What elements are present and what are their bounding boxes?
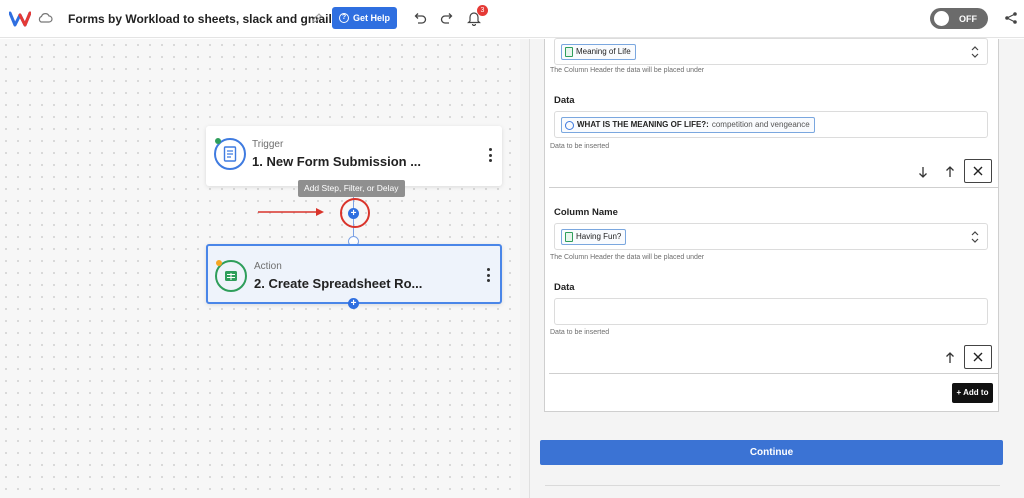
workload-logo[interactable] [9,11,31,27]
move-up-arrow-icon[interactable] [945,352,955,364]
toggle-label: OFF [959,13,977,24]
cloud-saved-icon [38,13,53,23]
column-chip-2: Having Fun? [561,229,627,245]
close-icon [973,352,983,362]
column-chip-1: Meaning of Life [561,44,636,60]
action-more-options-icon[interactable] [487,268,491,282]
data-hint-2: Data to be inserted [550,329,610,336]
redo-icon[interactable] [440,12,454,24]
data-label-2: Data [554,282,575,293]
trigger-step-card[interactable]: Trigger 1. New Form Submission ... [206,126,502,186]
top-bar: Forms by Workload to sheets, slack and g… [0,0,1024,38]
pencil-icon[interactable] [311,12,323,24]
form-field-icon [565,120,574,130]
continue-button[interactable]: Continue [540,440,1003,465]
undo-icon[interactable] [413,12,427,24]
add-to-button[interactable]: + Add to [952,383,993,403]
action-kind-label: Action [254,261,282,272]
select-caret-icon [971,46,979,58]
help-icon: ? [338,13,349,23]
trigger-more-options-icon[interactable] [489,148,493,162]
data-chip-1-question: WHAT IS THE MEANING OF LIFE?: [577,120,709,129]
remove-row-1-button[interactable] [964,159,992,183]
column-name-label-2: Column Name [554,207,618,218]
data-field-2[interactable] [554,298,988,325]
panel-divider [529,39,530,498]
row-separator [549,373,999,374]
data-field-1[interactable]: WHAT IS THE MEANING OF LIFE?: competitio… [554,111,988,138]
move-down-arrow-icon[interactable] [918,166,928,178]
remove-row-2-button[interactable] [964,345,992,369]
data-chip-1: WHAT IS THE MEANING OF LIFE?: competitio… [561,117,815,133]
column-name-select-2[interactable]: Having Fun? [554,223,988,250]
workflow-on-off-toggle[interactable]: OFF [930,8,988,29]
add-step-below-button[interactable]: + [348,298,359,309]
data-chip-1-answer: competition and vengeance [711,120,810,129]
status-dot [216,260,222,266]
notification-count-badge: 3 [477,5,488,16]
column-hint-1: The Column Header the data will be place… [550,67,705,74]
add-step-button[interactable]: + [348,208,359,219]
trigger-kind-label: Trigger [252,139,284,150]
bottom-divider [545,485,1000,486]
column-name-select-1[interactable]: Meaning of Life [554,38,988,65]
add-step-tooltip: Add Step, Filter, or Delay [298,180,405,197]
select-caret-icon [971,231,979,243]
data-hint-1: Data to be inserted [550,143,610,150]
column-chip-1-text: Meaning of Life [576,47,631,56]
sheet-icon [565,232,573,242]
move-up-arrow-icon[interactable] [945,166,955,178]
red-annotation-arrow [258,208,324,216]
trigger-step-name: 1. New Form Submission ... [252,154,422,169]
column-hint-2: The Column Header the data will be place… [550,254,705,261]
share-icon[interactable] [1004,11,1018,25]
toggle-knob [934,11,949,26]
row-separator [549,187,999,188]
sheet-icon [565,47,573,57]
close-icon [973,166,983,176]
action-step-card[interactable]: Action 2. Create Spreadsheet Ro... [206,244,502,304]
action-step-name: 2. Create Spreadsheet Ro... [254,276,423,291]
column-chip-2-text: Having Fun? [576,232,622,241]
get-help-button[interactable]: ? Get Help [332,7,397,29]
workflow-title[interactable]: Forms by Workload to sheets, slack and g… [68,12,332,26]
status-dot [215,138,221,144]
data-label-1: Data [554,95,575,106]
get-help-label: Get Help [352,13,390,23]
